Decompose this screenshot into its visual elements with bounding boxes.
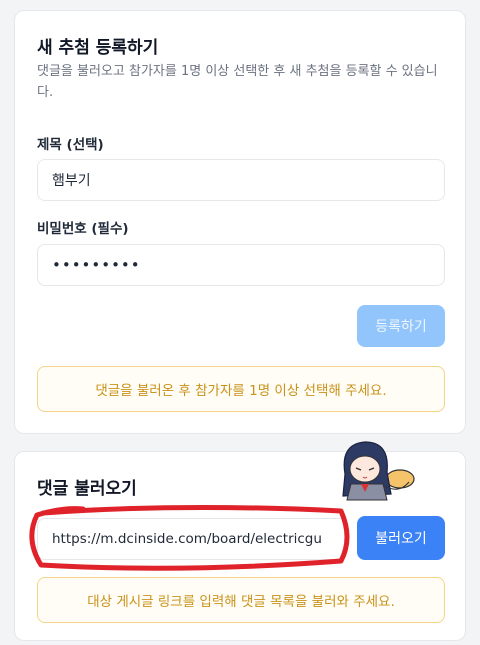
post-url-value: https://m.dcinside.com/board/electricgu xyxy=(52,531,322,547)
password-input[interactable]: ••••••••• xyxy=(37,244,445,286)
load-notice: 대상 게시글 링크를 입력해 댓글 목록을 불러와 주세요. xyxy=(37,577,445,623)
post-url-input[interactable]: https://m.dcinside.com/board/electricgu xyxy=(37,518,347,560)
register-notice: 댓글을 불러온 후 참가자를 1명 이상 선택해 주세요. xyxy=(37,366,445,412)
draw-title-label: 제목 (선택) xyxy=(37,137,104,153)
draw-title-value: 햄부기 xyxy=(52,173,91,189)
register-title: 새 추첨 등록하기 xyxy=(37,38,159,58)
load-comments-card: 댓글 불러오기 https://m.dcinside.com/board/ele… xyxy=(14,441,466,641)
load-title: 댓글 불러오기 xyxy=(37,479,137,499)
register-draw-card: 새 추첨 등록하기 댓글을 불러오고 참가자를 1명 이상 선택한 후 새 추첨… xyxy=(14,10,466,434)
password-value: ••••••••• xyxy=(52,256,141,274)
load-comments-button[interactable]: 불러오기 xyxy=(357,516,445,560)
anime-girl-sticker xyxy=(342,441,415,501)
password-label: 비밀번호 (필수) xyxy=(37,221,129,237)
register-button[interactable]: 등록하기 xyxy=(357,305,445,347)
draw-title-input[interactable]: 햄부기 xyxy=(37,159,445,201)
register-description: 댓글을 불러오고 참가자를 1명 이상 선택한 후 새 추첨을 등록할 수 있습… xyxy=(37,64,438,100)
